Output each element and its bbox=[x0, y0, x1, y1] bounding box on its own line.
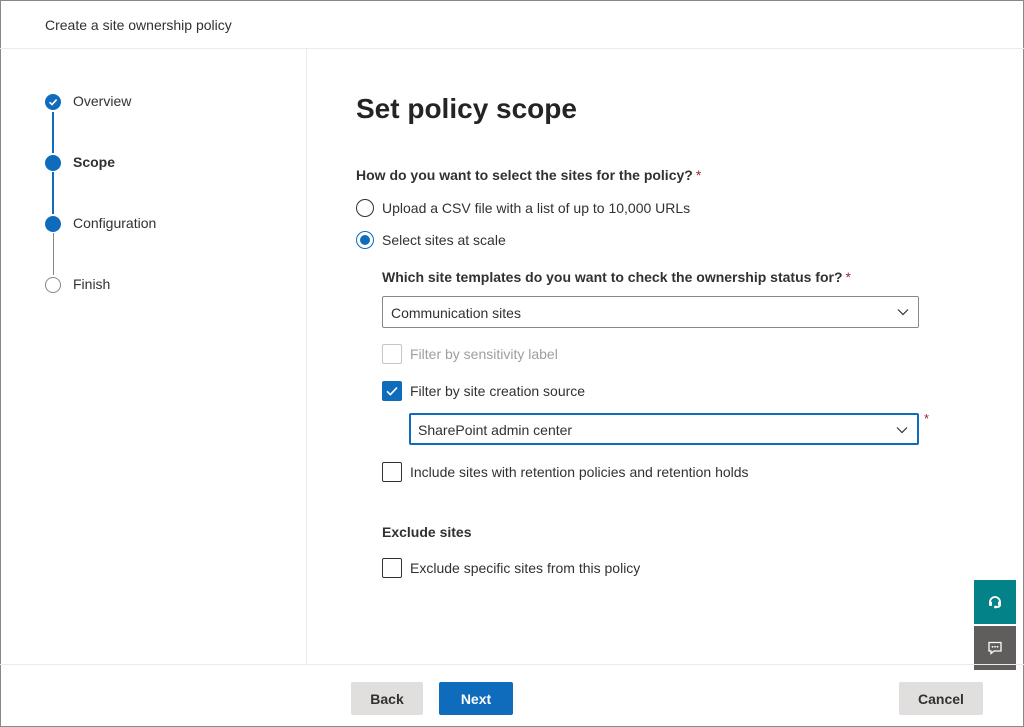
chevron-down-icon bbox=[896, 427, 908, 434]
checkbox-exclude-sites[interactable]: Exclude specific sites from this policy bbox=[382, 558, 640, 578]
checkbox-label: Include sites with retention policies an… bbox=[410, 464, 749, 480]
checkbox-retention[interactable]: Include sites with retention policies an… bbox=[382, 462, 749, 482]
dropdown-value: SharePoint admin center bbox=[418, 422, 573, 438]
step-connector bbox=[52, 112, 54, 153]
checkbox-label: Filter by site creation source bbox=[410, 383, 586, 399]
step-navigation bbox=[0, 49, 307, 665]
header-title: Create a site ownership policy bbox=[45, 17, 232, 33]
site-template-dropdown[interactable]: Communication sites bbox=[382, 296, 919, 328]
empty-step-dot-icon bbox=[45, 277, 61, 293]
step-label: Configuration bbox=[73, 215, 157, 231]
step-label: Scope bbox=[73, 154, 116, 170]
current-step-dot-icon bbox=[45, 155, 61, 171]
radio-label: Select sites at scale bbox=[382, 232, 506, 248]
scope-question: How do you want to select the sites for … bbox=[356, 167, 701, 183]
radio-label: Upload a CSV file with a list of up to 1… bbox=[382, 200, 691, 216]
checkbox[interactable] bbox=[382, 344, 402, 364]
step-connector bbox=[52, 233, 54, 275]
radio-select-at-scale[interactable]: Select sites at scale bbox=[356, 230, 506, 250]
required-indicator: * bbox=[695, 167, 702, 183]
checkbox-sensitivity-label[interactable]: Filter by sensitivity label bbox=[382, 344, 558, 364]
radio-upload-csv[interactable]: Upload a CSV file with a list of up to 1… bbox=[356, 198, 690, 218]
required-indicator: * bbox=[924, 411, 930, 426]
step-dot-icon bbox=[45, 216, 61, 232]
radio-button[interactable] bbox=[356, 199, 374, 217]
page-title: Set policy scope bbox=[356, 93, 577, 124]
step-label: Overview bbox=[73, 93, 132, 109]
help-button[interactable] bbox=[974, 580, 1016, 624]
chevron-down-icon bbox=[897, 309, 909, 316]
step-scope[interactable]: Scope bbox=[45, 153, 115, 173]
template-question: Which site templates do you want to chec… bbox=[382, 269, 851, 285]
step-configuration[interactable]: Configuration bbox=[45, 214, 156, 234]
dropdown-value: Communication sites bbox=[391, 305, 521, 321]
check-icon bbox=[45, 94, 61, 110]
step-overview[interactable]: Overview bbox=[45, 92, 131, 112]
headset-icon bbox=[989, 596, 1001, 609]
feedback-icon bbox=[988, 641, 1002, 655]
template-question-text: Which site templates do you want to chec… bbox=[382, 269, 843, 285]
step-connector bbox=[52, 172, 54, 214]
radio-button-selected[interactable] bbox=[356, 231, 374, 249]
header: Create a site ownership policy bbox=[0, 0, 1024, 49]
step-label: Finish bbox=[73, 276, 111, 292]
checkmark-icon bbox=[386, 387, 398, 396]
cancel-button[interactable]: Cancel bbox=[899, 682, 983, 715]
checkbox-label: Exclude specific sites from this policy bbox=[410, 560, 641, 576]
checkbox-creation-source[interactable]: Filter by site creation source bbox=[382, 381, 585, 401]
checkbox[interactable] bbox=[382, 462, 402, 482]
checkbox-checked[interactable] bbox=[382, 381, 402, 401]
exclude-sites-heading: Exclude sites bbox=[382, 524, 472, 540]
step-finish[interactable]: Finish bbox=[45, 275, 110, 295]
creation-source-dropdown[interactable]: SharePoint admin center bbox=[409, 413, 919, 445]
scope-question-text: How do you want to select the sites for … bbox=[356, 167, 693, 183]
radio-selected-dot bbox=[360, 235, 370, 245]
checkbox[interactable] bbox=[382, 558, 402, 578]
back-button[interactable]: Back bbox=[351, 682, 423, 715]
required-indicator: * bbox=[845, 269, 851, 285]
checkbox-label: Filter by sensitivity label bbox=[410, 346, 558, 362]
next-button[interactable]: Next bbox=[439, 682, 513, 715]
